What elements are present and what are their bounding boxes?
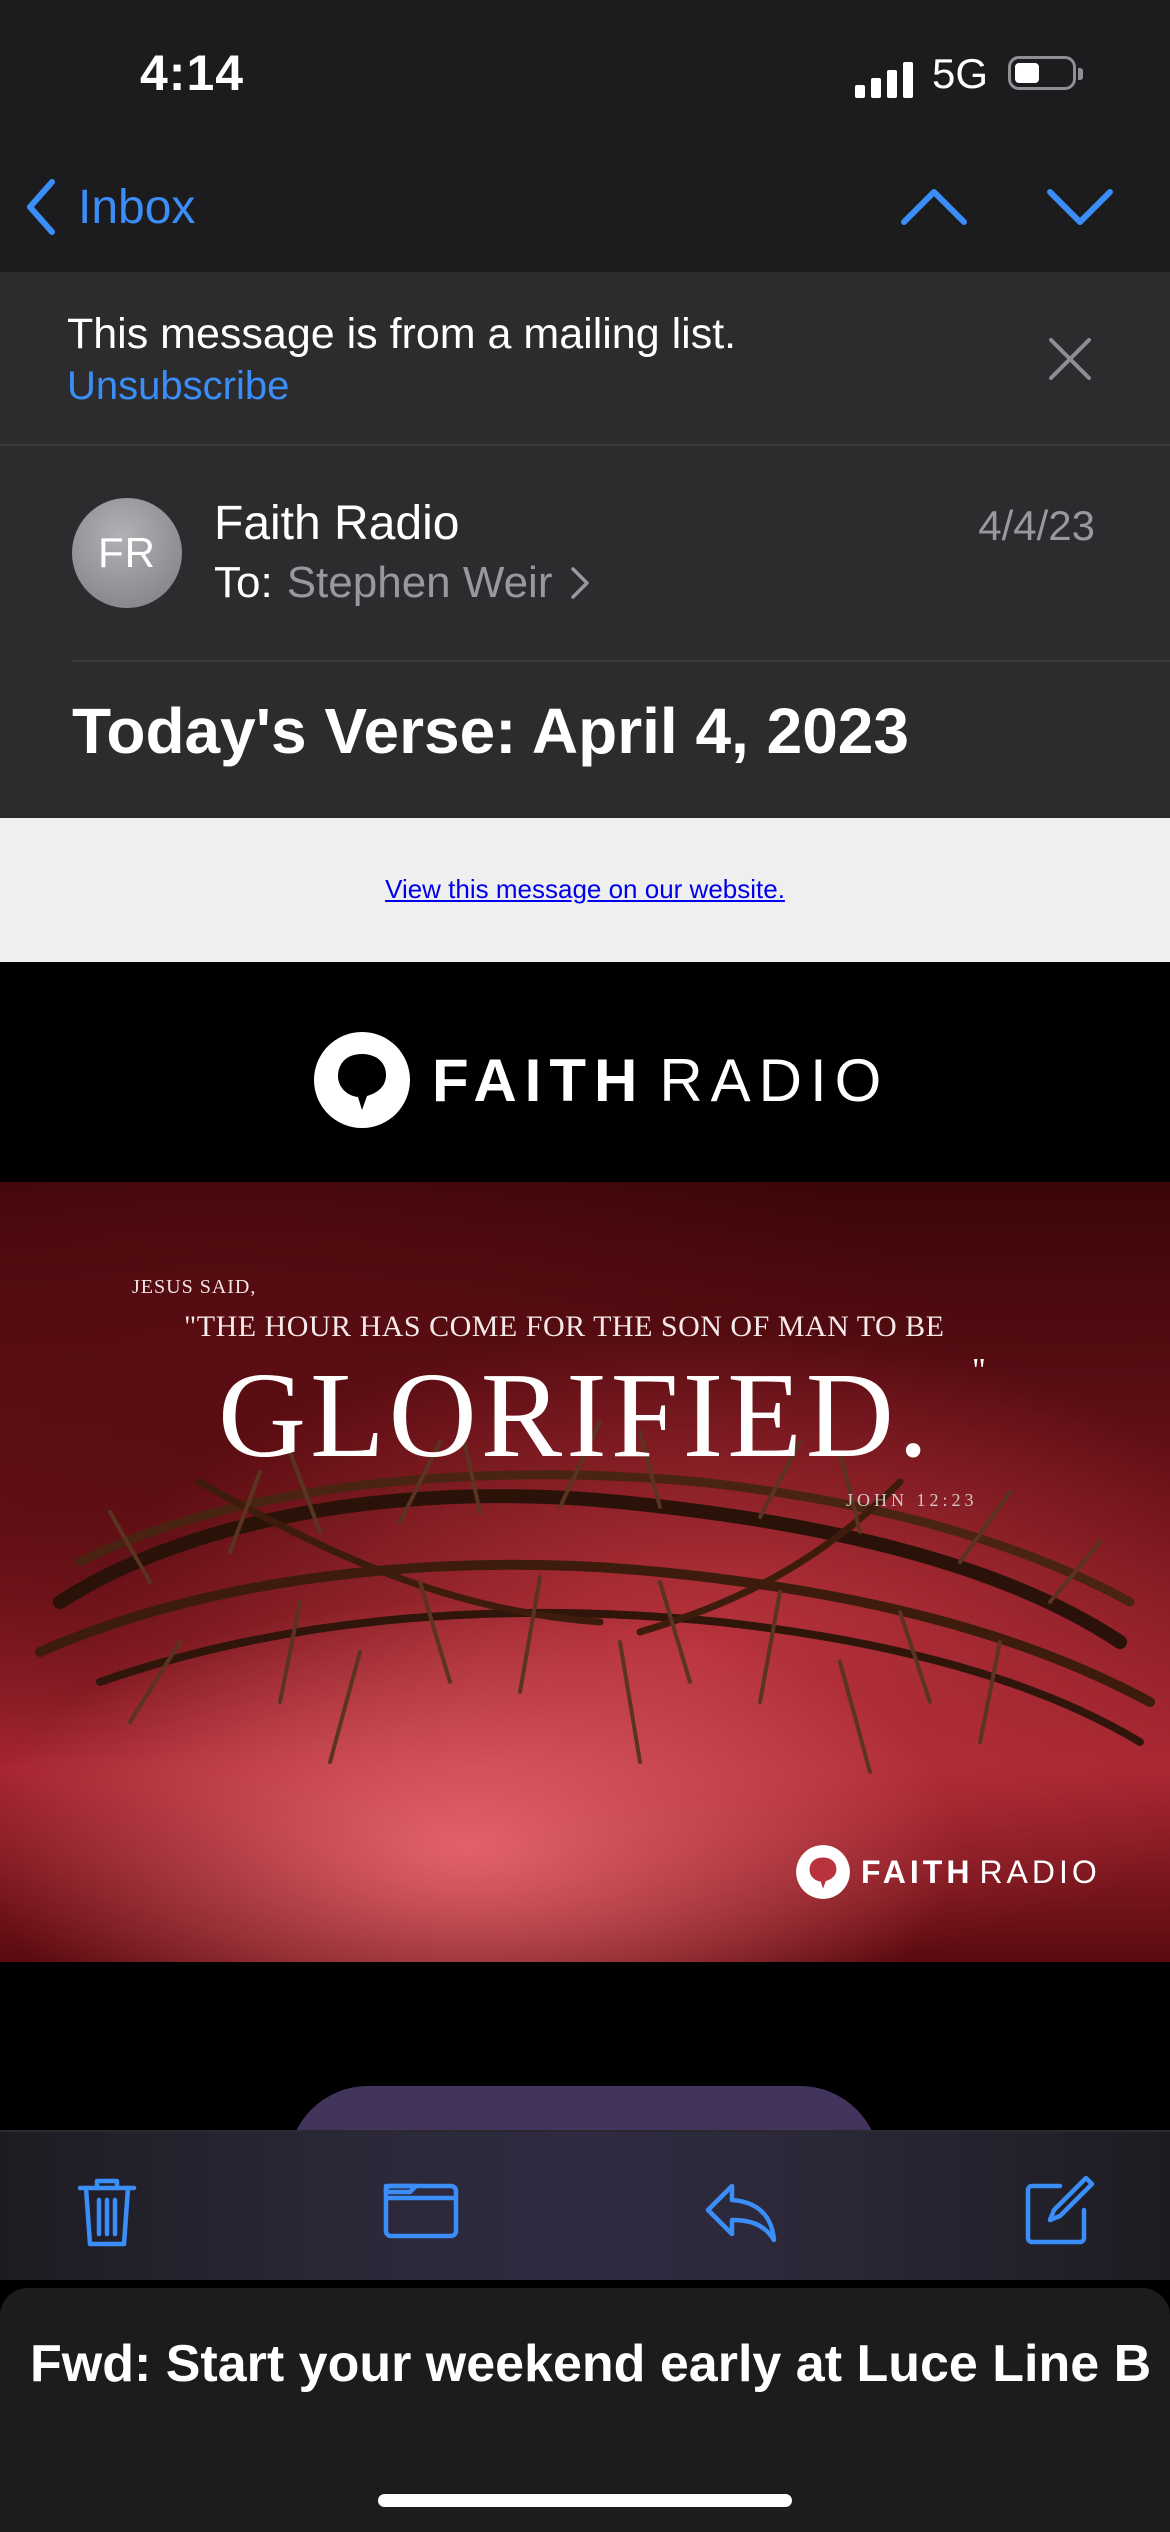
folder-icon	[383, 2183, 459, 2239]
divider	[72, 660, 1170, 662]
mailing-list-text: This message is from a mailing list.	[67, 310, 737, 358]
hero-intro-text: JESUS SAID,	[132, 1276, 257, 1298]
compose-icon	[1025, 2175, 1095, 2245]
hero-quote-text: "THE HOUR HAS COME FOR THE SON OF MAN TO…	[184, 1310, 945, 1343]
hero-emphasis-text: GLORIFIED.	[218, 1348, 933, 1483]
recipient-name: Stephen Weir	[286, 558, 553, 607]
network-type: 5G	[932, 50, 989, 97]
hero-close-quote: "	[972, 1352, 986, 1389]
back-to-inbox-button[interactable]: Inbox	[24, 172, 195, 242]
move-to-folder-button[interactable]	[382, 2172, 460, 2250]
speech-bubble-logo-icon	[314, 1032, 410, 1128]
avatar-initials: FR	[98, 529, 156, 576]
trash-icon	[77, 2178, 137, 2247]
speech-bubble-logo-icon	[796, 1845, 850, 1899]
sender-name[interactable]: Faith Radio	[214, 496, 459, 551]
reply-button[interactable]	[702, 2172, 780, 2250]
hero-logo-radio-text: RADIO	[979, 1853, 1101, 1890]
next-message-button[interactable]	[1044, 180, 1116, 234]
logo-faith-text: FAITH	[432, 1046, 646, 1114]
chevron-down-icon	[1047, 189, 1113, 225]
bottom-toolbar	[0, 2130, 1170, 2280]
mailing-list-banner	[0, 272, 1170, 446]
close-icon	[1049, 338, 1091, 380]
home-indicator[interactable]	[378, 2494, 792, 2507]
view-on-website-link[interactable]: View this message on our website.	[0, 874, 1170, 905]
hero-verse-reference: JOHN 12:23	[846, 1490, 978, 1510]
compose-button[interactable]	[1020, 2172, 1098, 2250]
hero-faith-radio-logo: FAITH RADIO	[795, 1844, 1101, 1900]
battery-icon	[1008, 56, 1084, 94]
unsubscribe-link[interactable]: Unsubscribe	[67, 364, 289, 409]
trash-button[interactable]	[68, 2172, 146, 2250]
chevron-left-icon	[27, 179, 55, 235]
chevron-up-icon	[901, 189, 967, 225]
close-banner-button[interactable]	[1045, 334, 1095, 384]
faith-radio-logo[interactable]: FAITH RADIO	[312, 1020, 889, 1140]
cellular-signal-icon	[855, 58, 915, 98]
logo-radio-text: RADIO	[659, 1046, 890, 1114]
hero-logo-faith-text: FAITH	[861, 1853, 974, 1890]
message-subject: Today's Verse: April 4, 2023	[72, 695, 909, 767]
chevron-right-icon	[570, 567, 589, 599]
reply-icon	[705, 2183, 777, 2243]
to-label: To:	[214, 558, 273, 607]
recipient-row[interactable]: To: Stephen Weir	[214, 558, 591, 608]
draft-title[interactable]: Fwd: Start your weekend early at Luce Li…	[30, 2334, 1150, 2394]
status-time: 4:14	[140, 45, 245, 101]
previous-message-button[interactable]	[898, 180, 970, 234]
avatar[interactable]: FR	[72, 498, 182, 608]
message-date: 4/4/23	[978, 502, 1095, 549]
back-label: Inbox	[78, 180, 196, 234]
